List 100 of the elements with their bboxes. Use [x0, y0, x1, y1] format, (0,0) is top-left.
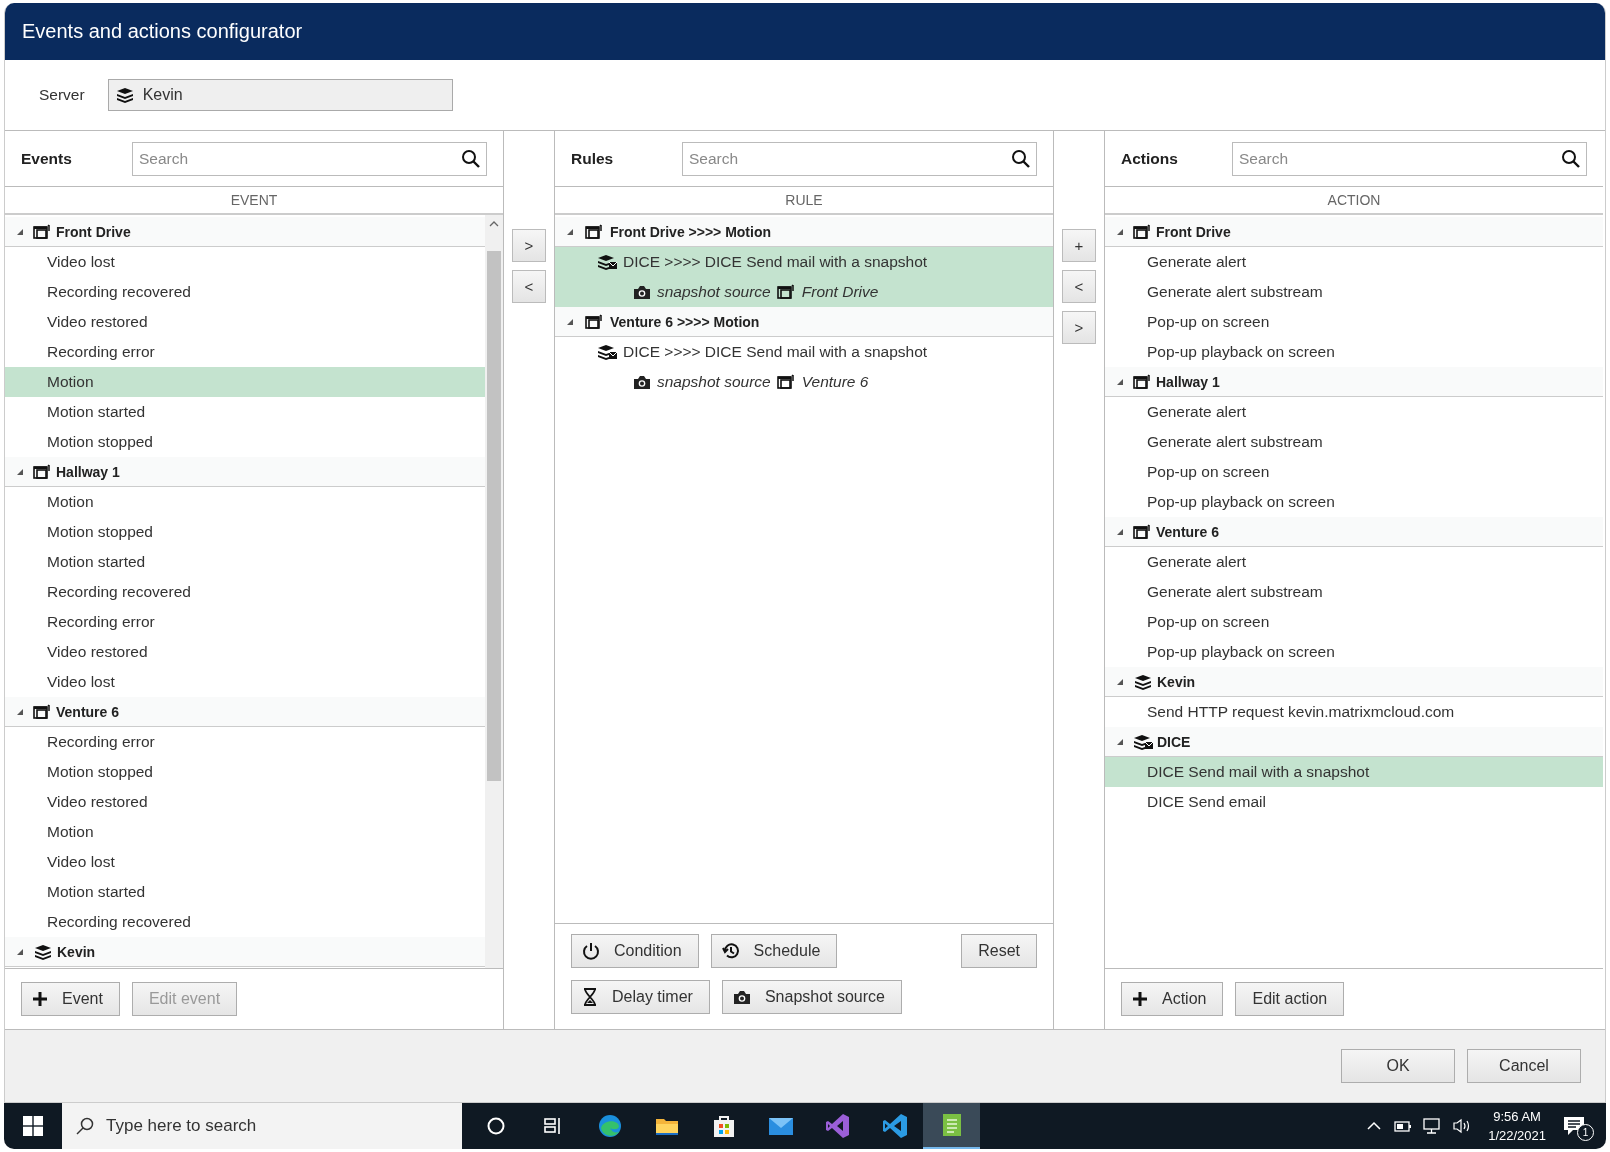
search-field[interactable]: Search — [132, 141, 487, 176]
tree-item[interactable]: Generate alert substream — [1105, 577, 1603, 607]
tree-item[interactable]: Motion started — [5, 877, 485, 907]
tree-item[interactable]: Send HTTP request kevin.matrixmcloud.com — [1105, 697, 1603, 727]
tree-item[interactable]: Motion stopped — [5, 427, 485, 457]
search-field[interactable]: Search — [1232, 141, 1587, 176]
search-icon[interactable] — [1561, 148, 1581, 169]
tree-item[interactable]: Generate alert substream — [1105, 277, 1603, 307]
rule-action[interactable]: DICE >>>> DICE Send mail with a snapshot snapshot source Venture 6 — [555, 337, 1053, 397]
tree-item[interactable]: Pop-up on screen — [1105, 457, 1603, 487]
tree-group[interactable]: Hallway 1 — [5, 457, 485, 487]
expand-arrow-icon[interactable] — [1117, 738, 1123, 745]
tree-group[interactable]: Venture 6 >>>> Motion — [555, 307, 1053, 337]
tree-item[interactable]: Generate alert — [1105, 397, 1603, 427]
tree-item[interactable]: Video lost — [5, 847, 485, 877]
tree-item[interactable]: Motion started — [5, 397, 485, 427]
tree-item[interactable]: Motion — [5, 817, 485, 847]
tree-item[interactable]: Video restored — [5, 787, 485, 817]
tree-item[interactable]: DICE Send mail with a snapshot — [1105, 757, 1603, 787]
tree-item[interactable]: Pop-up playback on screen — [1105, 487, 1603, 517]
expand-arrow-icon[interactable] — [17, 708, 23, 715]
tree-group[interactable]: Front Drive >>>> Motion — [555, 217, 1053, 247]
tree-item[interactable]: Recording error — [5, 607, 485, 637]
scrollbar[interactable] — [485, 215, 503, 968]
expand-arrow-icon[interactable] — [17, 468, 23, 475]
source-name: Venture 6 — [801, 373, 869, 391]
group-label: Venture 6 — [56, 703, 120, 720]
windows-logo-icon[interactable] — [23, 1116, 43, 1136]
search-icon — [76, 1117, 94, 1135]
dialog-button[interactable]: OK — [1341, 1049, 1455, 1083]
search-icon[interactable] — [1011, 148, 1031, 169]
move-button[interactable]: > — [1062, 311, 1096, 344]
search-field[interactable]: Search — [682, 141, 1037, 176]
expand-arrow-icon[interactable] — [567, 228, 573, 235]
search-icon[interactable] — [461, 148, 481, 169]
source-label: snapshot source — [657, 373, 771, 391]
tree-group[interactable]: Front Drive — [1105, 217, 1603, 247]
tree-item[interactable]: Motion — [5, 367, 485, 397]
expand-arrow-icon[interactable] — [567, 318, 573, 325]
group-label: Hallway 1 — [56, 463, 120, 480]
scroll-up-icon[interactable] — [489, 221, 499, 227]
move-button[interactable]: + — [1062, 229, 1096, 262]
tree-item[interactable]: Recording recovered — [5, 277, 485, 307]
tree-group[interactable]: Kevin — [1105, 667, 1603, 697]
action-button[interactable]: Action — [1121, 982, 1224, 1016]
rule-button[interactable]: Schedule — [710, 934, 838, 968]
tree-item[interactable]: Video lost — [5, 247, 485, 277]
clock-time[interactable]: 9:56 AM — [1493, 1107, 1541, 1126]
rule-button[interactable]: Snapshot source — [721, 980, 902, 1014]
tree-group[interactable]: Hallway 1 — [1105, 367, 1603, 397]
expand-arrow-icon[interactable] — [17, 228, 23, 235]
tree-item[interactable]: Pop-up on screen — [1105, 607, 1603, 637]
tree-item[interactable]: Recording error — [5, 727, 485, 757]
server-stack-icon — [33, 943, 53, 960]
tree-item[interactable]: Recording recovered — [5, 907, 485, 937]
tree-group[interactable]: Kevin — [5, 937, 485, 967]
tree-item[interactable]: Generate alert — [1105, 547, 1603, 577]
tree-group[interactable]: Venture 6 — [1105, 517, 1603, 547]
clock-date[interactable]: 1/22/2021 — [1488, 1126, 1546, 1145]
reset-button[interactable]: Reset — [961, 934, 1037, 968]
column-header: RULE — [555, 187, 1053, 215]
battery-plug-icon[interactable] — [1392, 1118, 1413, 1134]
tree-item[interactable]: Generate alert substream — [1105, 427, 1603, 457]
expand-arrow-icon[interactable] — [1117, 528, 1123, 535]
tree-item[interactable]: DICE Send email — [1105, 787, 1603, 817]
tree-group[interactable]: Venture 6 — [5, 697, 485, 727]
source-label: snapshot source — [657, 283, 771, 301]
server-mail-icon — [1133, 733, 1153, 750]
tree-item[interactable]: Recording recovered — [5, 577, 485, 607]
move-button[interactable]: > — [512, 229, 546, 262]
action-button[interactable]: Event — [21, 982, 120, 1016]
tree-group[interactable]: Front Drive — [5, 217, 485, 247]
tree-item[interactable]: Motion started — [5, 547, 485, 577]
tree-item[interactable]: Motion stopped — [5, 517, 485, 547]
tree-item[interactable]: Generate alert — [1105, 247, 1603, 277]
expand-arrow-icon[interactable] — [17, 948, 23, 955]
network-icon[interactable] — [1422, 1117, 1443, 1135]
taskbar-search-field[interactable]: Type here to search — [62, 1103, 462, 1149]
rule-action[interactable]: DICE >>>> DICE Send mail with a snapshot snapshot source Front Drive — [555, 247, 1053, 307]
expand-arrow-icon[interactable] — [1117, 378, 1123, 385]
tree-item[interactable]: Motion stopped — [5, 757, 485, 787]
tree-item[interactable]: Video restored — [5, 307, 485, 337]
tree-item[interactable]: Motion — [5, 487, 485, 517]
rule-button[interactable]: Delay timer — [571, 980, 710, 1014]
dialog-button[interactable]: Cancel — [1467, 1049, 1581, 1083]
rule-button[interactable]: Condition — [571, 934, 699, 968]
move-button[interactable]: < — [1062, 270, 1096, 303]
move-button[interactable]: < — [512, 270, 546, 303]
server-field[interactable]: Kevin — [107, 79, 453, 111]
tree-item[interactable]: Pop-up playback on screen — [1105, 337, 1603, 367]
tree-item[interactable]: Video lost — [5, 667, 485, 697]
tree-item[interactable]: Pop-up playback on screen — [1105, 637, 1603, 667]
tree-item[interactable]: Pop-up on screen — [1105, 307, 1603, 337]
server-mail-icon — [597, 254, 617, 270]
tree-group[interactable]: DICE — [1105, 727, 1603, 757]
tree-item[interactable]: Video restored — [5, 637, 485, 667]
expand-arrow-icon[interactable] — [1117, 678, 1123, 685]
expand-arrow-icon[interactable] — [1117, 228, 1123, 235]
tree-item[interactable]: Recording error — [5, 337, 485, 367]
action-button[interactable]: Edit action — [1235, 982, 1345, 1016]
